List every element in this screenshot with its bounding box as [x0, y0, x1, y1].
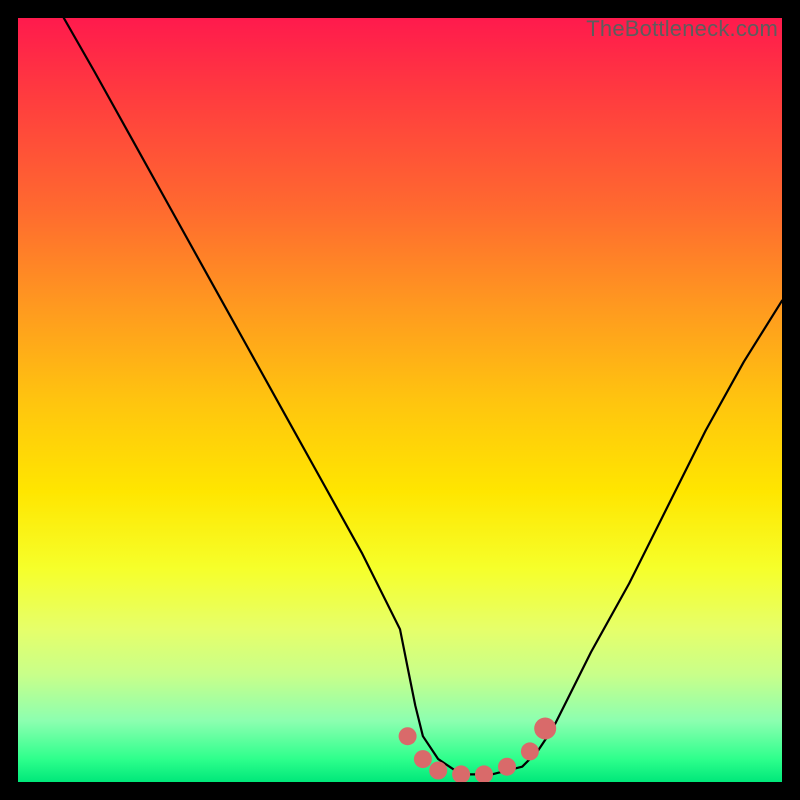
right-dot-dot	[534, 718, 556, 740]
flat-region-dots-dot	[475, 765, 493, 782]
marker-layer	[399, 718, 557, 783]
flat-region-dots-dot	[429, 762, 447, 780]
flat-region-dots-dot	[521, 742, 539, 760]
flat-region-dots-dot	[498, 758, 516, 776]
flat-region-dots-dot	[452, 765, 470, 782]
chart-frame: TheBottleneck.com	[0, 0, 800, 800]
chart-svg	[18, 18, 782, 782]
flat-region-dots-dot	[399, 727, 417, 745]
flat-region-dots-dot	[414, 750, 432, 768]
plot-area: TheBottleneck.com	[18, 18, 782, 782]
bottleneck-curve	[64, 18, 782, 774]
